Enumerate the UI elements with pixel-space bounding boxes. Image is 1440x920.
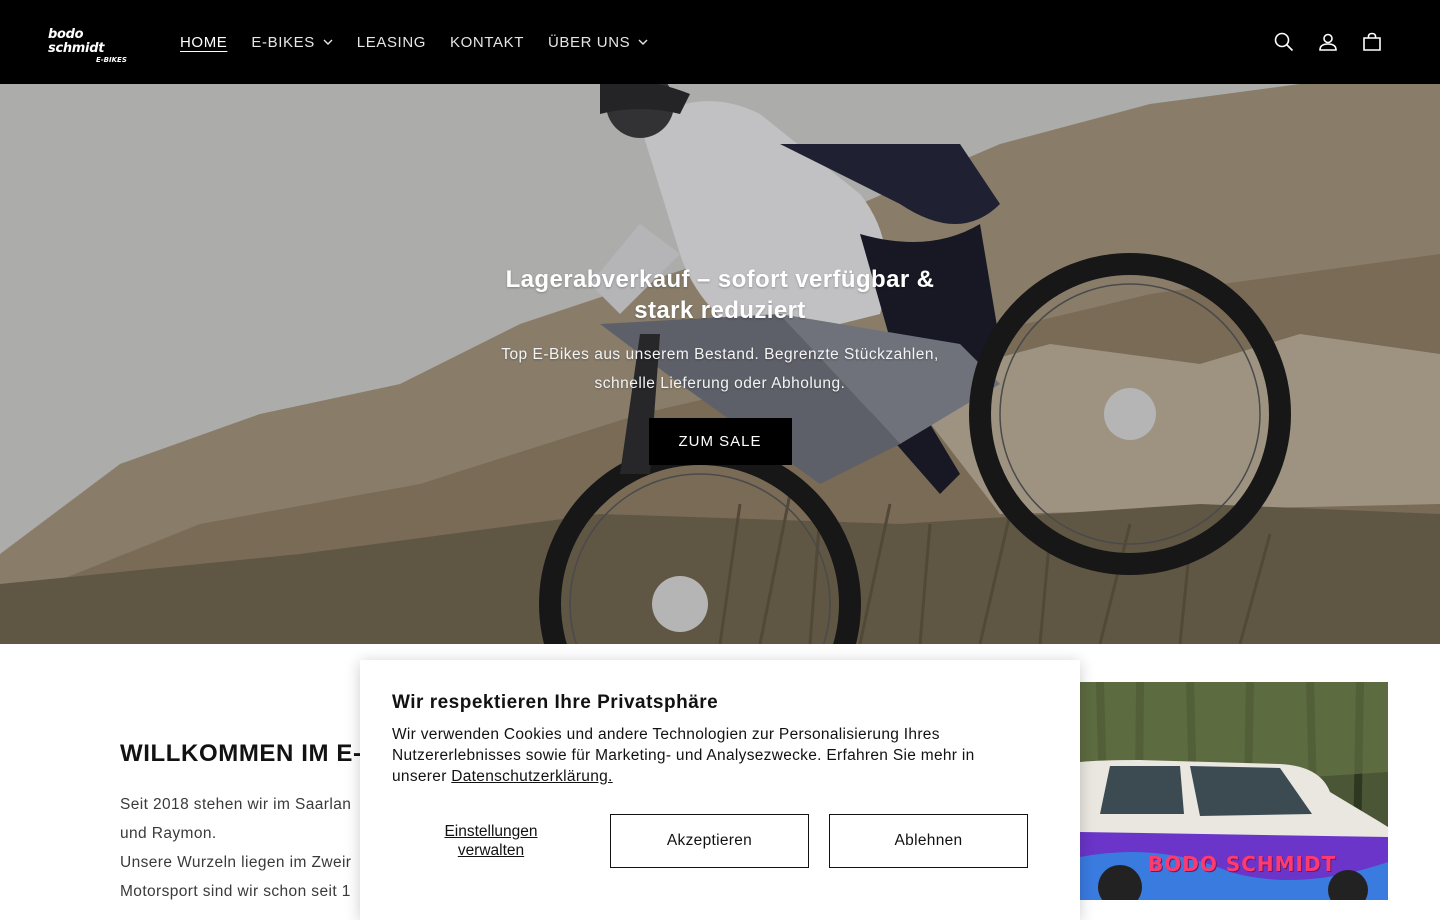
manage-settings-line1: Einstellungen [444,823,538,840]
chevron-down-icon [638,39,648,45]
nav-item-label: ÜBER UNS [547,33,631,51]
cookie-title: Wir respektieren Ihre Privatsphäre [392,692,719,713]
hero-subtitle-line2: schnelle Lieferung oder Abholung. [594,375,846,392]
accept-button[interactable]: Akzeptieren [610,814,809,868]
hero-subtitle: Top E-Bikes aus unserem Bestand. Begrenz… [480,340,960,398]
header-actions [1262,20,1394,64]
nav-item-label: HOME [180,33,228,51]
decline-button[interactable]: Ablehnen [829,814,1028,868]
logo-wordmark: bodo schmidt [48,27,105,56]
nav-item-label: KONTAKT [450,33,524,51]
hero-title-line2: stark reduziert [634,297,806,324]
site-header: bodo schmidt E-BIKES HOME E-BIKES LEASIN… [0,0,1440,84]
cart-icon [1363,32,1381,51]
cookie-banner: Wir respektieren Ihre Privatsphäre Wir v… [360,660,1080,920]
shop-van-image: BODO SCHMIDT [1080,682,1388,900]
logo[interactable]: bodo schmidt E-BIKES [48,27,142,65]
nav-item-leasing[interactable]: LEASING [345,34,438,51]
manage-settings-label: Einstellungen verwalten [444,822,537,860]
nav-item-label: E-BIKES [251,33,315,51]
hero-content: Lagerabverkauf – sofort verfügbar & star… [480,264,960,465]
chevron-down-icon [323,39,333,45]
privacy-policy-link[interactable]: Datenschutzerklärung. [451,768,612,785]
nav-item-home[interactable]: HOME [168,34,239,51]
sale-button[interactable]: ZUM SALE [648,418,792,465]
welcome-title: WILLKOMMEN IM E- [120,740,362,767]
nav-item-ueber-uns[interactable]: ÜBER UNS [536,34,660,51]
nav-item-kontakt[interactable]: KONTAKT [438,34,536,51]
manage-settings-button[interactable]: Einstellungen verwalten [392,814,590,868]
search-icon [1274,32,1294,52]
nav-item-e-bikes[interactable]: E-BIKES [239,34,344,51]
hero-banner: Lagerabverkauf – sofort verfügbar & star… [0,84,1440,644]
account-icon [1319,33,1337,51]
cookie-text: Wir verwenden Cookies und andere Technol… [392,724,1032,787]
cookie-actions: Einstellungen verwalten Akzeptieren Able… [392,814,1028,868]
cart-button[interactable] [1350,20,1394,64]
van-lettering: BODO SCHMIDT [1148,852,1337,876]
hero-title: Lagerabverkauf – sofort verfügbar & star… [480,264,960,326]
hero-title-line1: Lagerabverkauf – sofort verfügbar & [505,266,935,293]
manage-settings-line2: verwalten [457,842,525,859]
logo-subline: E-BIKES [96,56,127,64]
nav-item-label: LEASING [356,33,427,51]
main-nav: HOME E-BIKES LEASING KONTAKT ÜBER UNS [168,0,660,84]
hero-subtitle-line1: Top E-Bikes aus unserem Bestand. Begrenz… [501,346,939,363]
account-button[interactable] [1306,20,1350,64]
search-button[interactable] [1262,20,1306,64]
